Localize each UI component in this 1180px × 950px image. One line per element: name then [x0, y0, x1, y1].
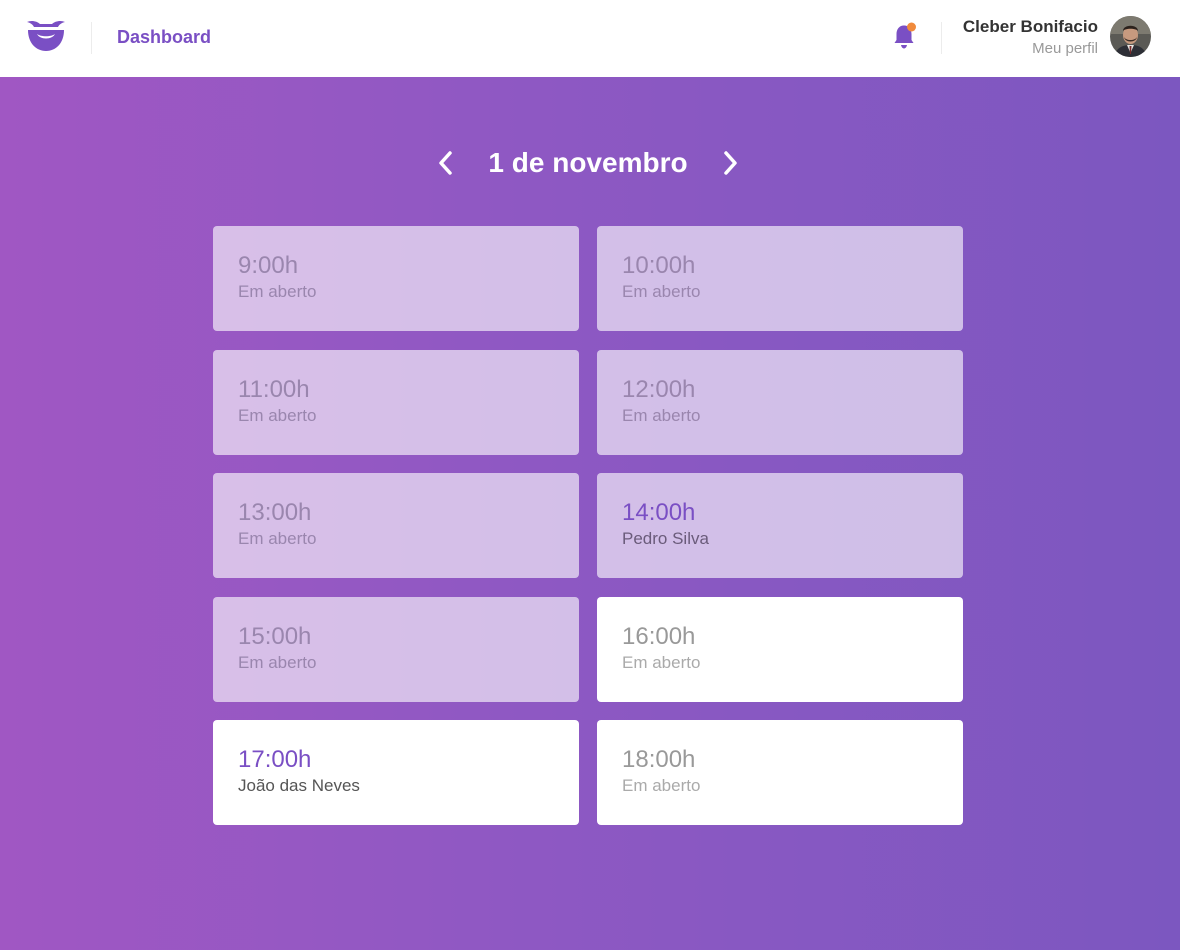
- slot-time: 10:00h: [622, 252, 696, 279]
- slot-status: Em aberto: [238, 529, 317, 548]
- time-slot-card[interactable]: 18:00h Em aberto: [597, 720, 963, 825]
- dashboard-nav-link[interactable]: Dashboard: [117, 27, 211, 48]
- slot-time: 14:00h: [622, 499, 696, 526]
- slot-status: Em aberto: [622, 282, 701, 301]
- slot-client-name: Pedro Silva: [622, 529, 709, 548]
- slot-time: 17:00h: [238, 746, 312, 773]
- header-divider: [941, 22, 942, 54]
- slot-client-name: João das Neves: [238, 776, 360, 795]
- date-navigation: 1 de novembro: [0, 140, 1180, 190]
- slot-status: Em aberto: [238, 282, 317, 301]
- time-slot-card[interactable]: 15:00h Em aberto: [213, 596, 579, 702]
- slot-status: Em aberto: [622, 652, 701, 672]
- slot-time: 15:00h: [238, 622, 312, 650]
- slot-status: Em aberto: [238, 405, 317, 425]
- time-slot-card[interactable]: 16:00h Em aberto: [597, 596, 963, 702]
- slot-time: 18:00h: [622, 746, 696, 773]
- time-slot-card[interactable]: 9:00h Em aberto: [213, 226, 579, 331]
- chevron-right-icon[interactable]: [716, 148, 744, 178]
- profile-link[interactable]: Meu perfil: [1032, 40, 1098, 57]
- time-slot-card[interactable]: 12:00h Em aberto: [597, 349, 963, 455]
- slot-status: Em aberto: [622, 405, 701, 425]
- header-divider: [91, 22, 92, 54]
- selected-date-title: 1 de novembro: [488, 147, 688, 178]
- time-slot-card[interactable]: 17:00h João das Neves: [213, 720, 579, 825]
- user-name: Cleber Bonifacio: [962, 17, 1098, 36]
- top-header: Dashboard Cleber Bonifacio Meu perfil: [0, 0, 1180, 77]
- time-slot-card[interactable]: 13:00h Em aberto: [213, 473, 579, 578]
- time-slot-card[interactable]: 14:00h Pedro Silva: [597, 473, 963, 578]
- mustache-logo-icon[interactable]: [25, 18, 67, 54]
- slot-time: 9:00h: [238, 252, 299, 279]
- slot-time: 13:00h: [238, 499, 312, 526]
- slot-status: Em aberto: [622, 776, 701, 795]
- slot-time: 11:00h: [238, 375, 310, 403]
- slot-time: 12:00h: [622, 375, 696, 403]
- time-slot-card[interactable]: 11:00h Em aberto: [213, 349, 579, 455]
- slot-time: 16:00h: [622, 622, 696, 650]
- user-avatar[interactable]: [1110, 16, 1151, 57]
- time-slot-card[interactable]: 10:00h Em aberto: [597, 226, 963, 331]
- slot-status: Em aberto: [238, 652, 317, 672]
- notification-dot: [907, 22, 916, 32]
- notification-bell-icon[interactable]: [892, 22, 918, 50]
